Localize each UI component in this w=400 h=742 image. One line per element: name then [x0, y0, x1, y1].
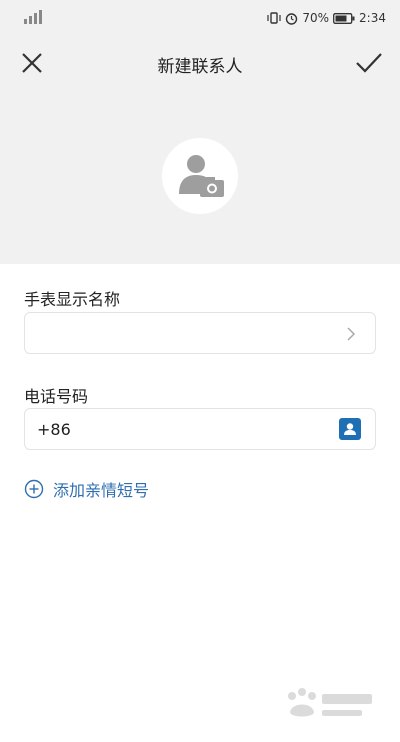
status-indicators: 70% 2:34	[267, 9, 386, 27]
phone-input[interactable]	[37, 409, 327, 449]
baidu-jingyan-logo	[288, 688, 372, 717]
phone-field	[24, 408, 376, 450]
vibrate-icon	[267, 12, 281, 24]
add-short-number-label: 添加亲情短号	[53, 481, 150, 500]
watch-name-label: 手表显示名称	[24, 290, 121, 309]
watch-name-field[interactable]	[24, 312, 376, 354]
add-circle-icon	[24, 479, 44, 499]
status-bar: 70% 2:34	[0, 0, 400, 36]
alarm-icon	[286, 12, 298, 25]
header: 新建联系人	[0, 36, 400, 264]
phone-label: 电话号码	[24, 387, 89, 406]
check-icon[interactable]	[354, 49, 384, 77]
avatar-button[interactable]	[162, 138, 238, 214]
signal-icon	[24, 10, 42, 24]
battery-percent: 70%	[302, 11, 330, 25]
add-short-number-button[interactable]: 添加亲情短号	[24, 478, 149, 500]
battery-icon	[333, 12, 355, 24]
status-time: 2:34	[359, 11, 386, 25]
contact-book-icon[interactable]	[339, 418, 361, 440]
avatar-camera-icon	[179, 155, 224, 197]
chevron-right-icon	[347, 327, 356, 341]
page-title: 新建联系人	[157, 57, 243, 77]
